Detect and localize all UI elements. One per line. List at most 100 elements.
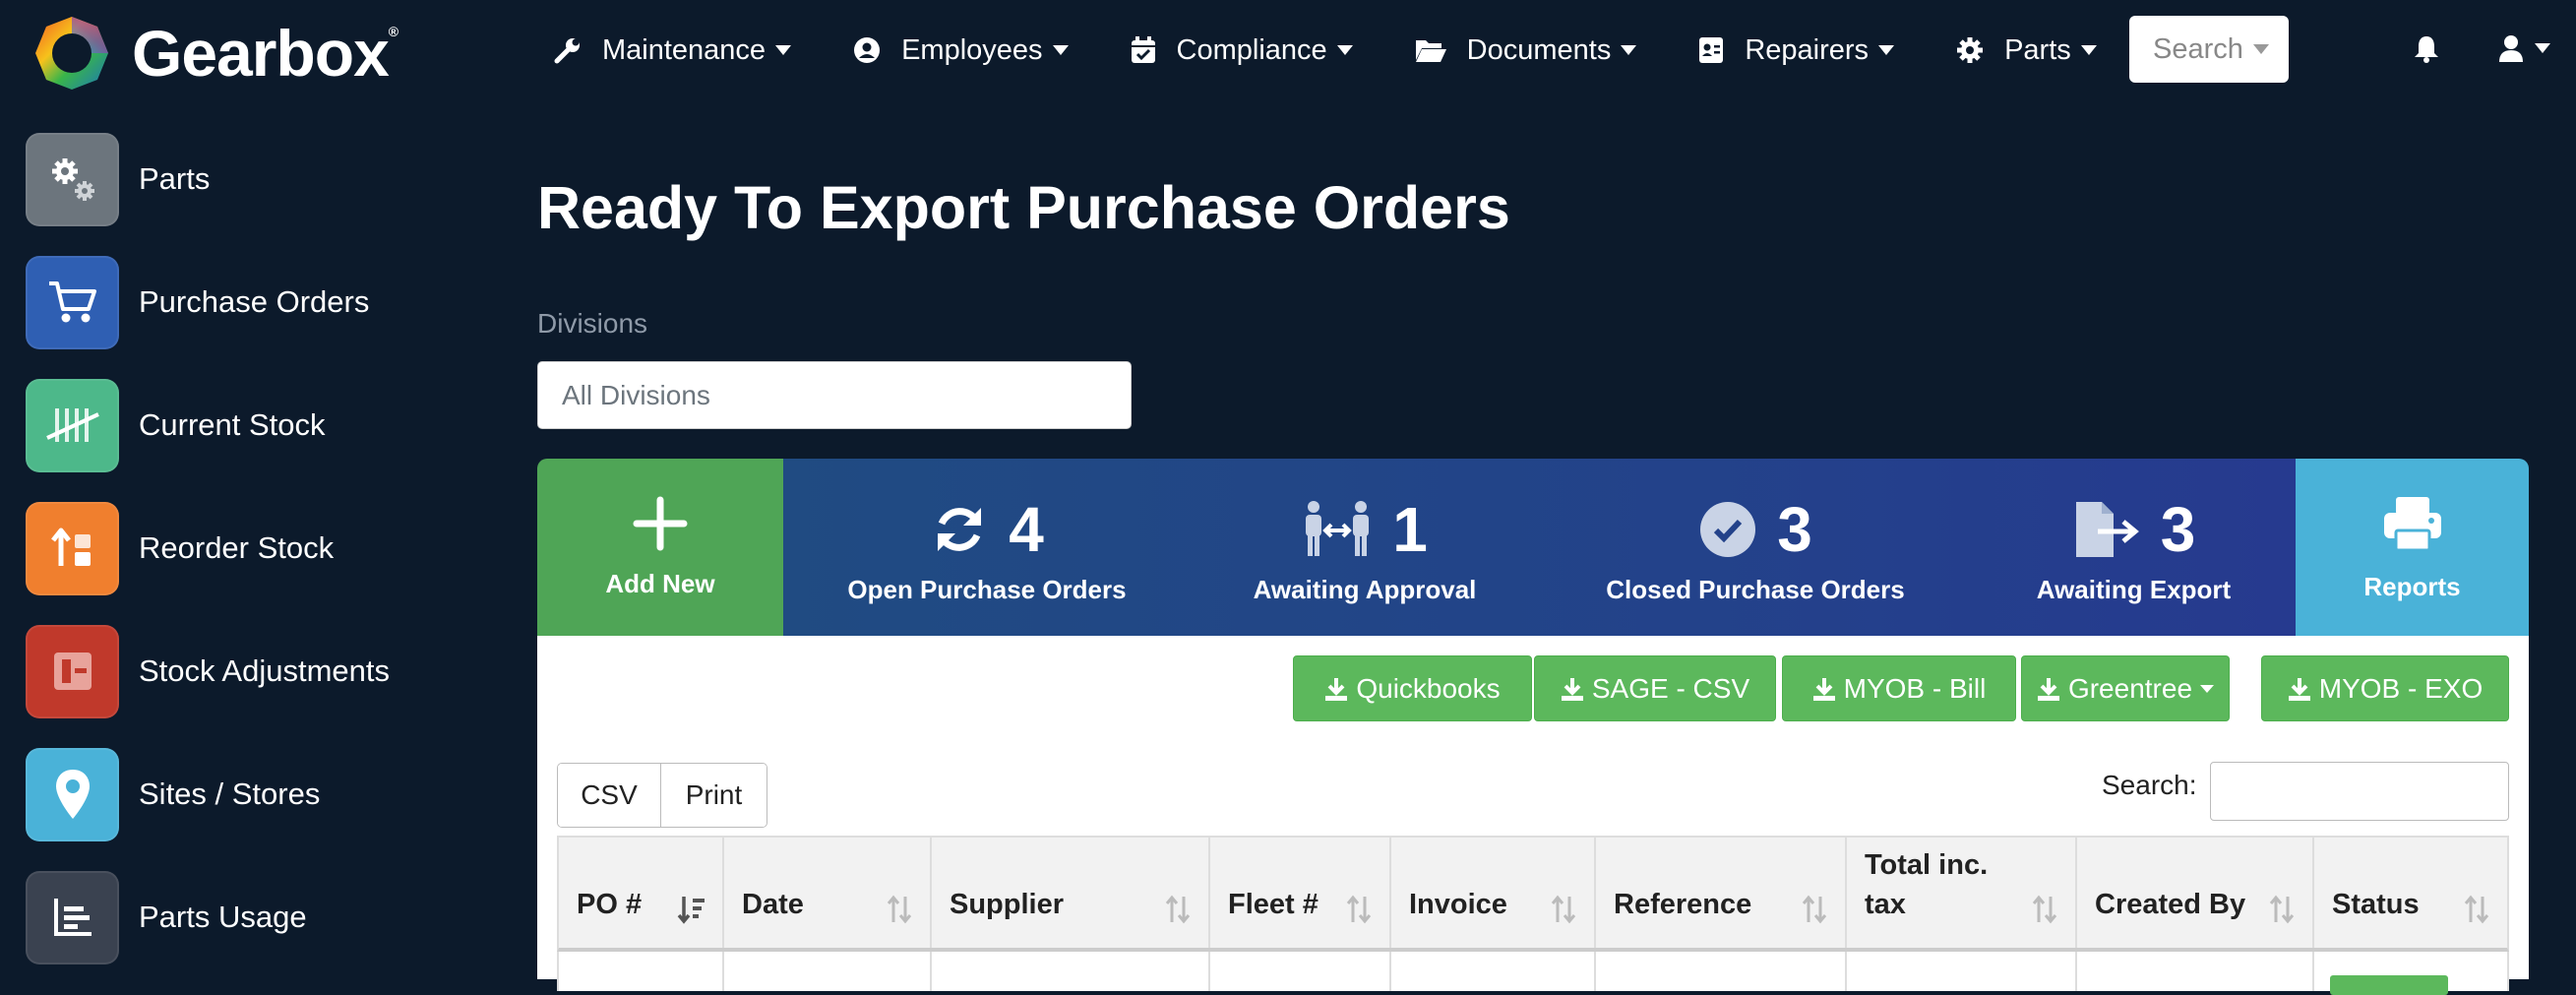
table-cell (1596, 952, 1847, 991)
nav-employees[interactable]: Employees (852, 34, 1069, 67)
column-header-label: PO # (577, 889, 643, 920)
sidebar-item-reorder-stock-label: Reorder Stock (139, 530, 335, 565)
caret-down-icon (1878, 45, 1895, 55)
sidebar-item-sites-stores[interactable]: Sites / Stores (26, 747, 320, 841)
table-cell (559, 952, 724, 991)
sidebar-item-purchase-orders[interactable]: Purchase Orders (26, 255, 369, 349)
user-menu[interactable] (2497, 33, 2550, 63)
sidebar-item-stock-adjustments-label: Stock Adjustments (139, 653, 391, 688)
awaiting-approval-label: Awaiting Approval (1253, 574, 1477, 604)
main-menu: Maintenance Employees Compliance Documen… (553, 0, 2158, 100)
download-icon (2037, 677, 2059, 701)
caret-down-icon (1621, 45, 1637, 55)
nav-compliance[interactable]: Compliance (1130, 34, 1353, 67)
column-header-total[interactable]: Total inc. tax (1847, 838, 2077, 948)
caret-down-icon (2535, 43, 2550, 53)
closed-count: 3 (1777, 493, 1812, 565)
sort-active-icon (677, 897, 705, 924)
export-sage-csv-button[interactable]: SAGE - CSV (1534, 655, 1776, 721)
column-header-invoice[interactable]: Invoice (1391, 838, 1596, 948)
sort-icon (1802, 895, 1827, 924)
nav-search-label: Search (2153, 32, 2243, 65)
nav-search-dropdown[interactable]: Search (2129, 16, 2289, 83)
people-arrows-icon (1306, 500, 1370, 556)
gears-icon (26, 132, 119, 226)
user-circle-icon (854, 37, 881, 63)
sort-icon (2269, 895, 2295, 924)
sidebar-item-parts-usage[interactable]: Parts Usage (26, 870, 307, 964)
file-export-icon (2075, 501, 2139, 557)
folder-open-icon (1415, 40, 1446, 62)
nav-maintenance-label: Maintenance (602, 33, 767, 66)
download-icon (1561, 677, 1583, 701)
sidebar-item-stock-adjustments[interactable]: Stock Adjustments (26, 624, 390, 718)
sidebar-item-parts[interactable]: Parts (26, 132, 210, 226)
gear-icon (1957, 37, 1984, 63)
sidebar-item-current-stock-label: Current Stock (139, 407, 326, 442)
add-new-label: Add New (605, 568, 715, 598)
closed-label: Closed Purchase Orders (1606, 574, 1905, 604)
nav-maintenance[interactable]: Maintenance (553, 33, 792, 67)
top-navbar: Gearbox® Maintenance Employees Complianc… (0, 0, 2576, 100)
stat-closed-purchase-orders[interactable]: 3 Closed Purchase Orders (1539, 459, 1972, 636)
export-myob-bill-button[interactable]: MYOB - Bill (1782, 655, 2016, 721)
column-header-fleet[interactable]: Fleet # (1210, 838, 1391, 948)
export-greentree-dropdown[interactable]: Greentree (2021, 655, 2230, 721)
caret-down-icon (1336, 45, 1353, 55)
column-header-label: Fleet # (1228, 889, 1319, 920)
column-header-label: Total inc. tax (1865, 849, 1989, 920)
stats-counters: 4 Open Purchase Orders 1 Awaiting Approv… (783, 459, 2296, 636)
nav-repairers[interactable]: Repairers (1697, 33, 1895, 67)
column-header-reference[interactable]: Reference (1596, 838, 1847, 948)
export-myob-exo-button[interactable]: MYOB - EXO (2261, 655, 2509, 721)
sidebar-item-reorder-stock[interactable]: Reorder Stock (26, 501, 334, 595)
table-cell (2077, 952, 2314, 991)
nav-parts[interactable]: Parts (1955, 34, 2097, 67)
table-cell (2314, 952, 2507, 995)
add-new-button[interactable]: Add New (537, 459, 783, 636)
logo-text: Gearbox® (132, 17, 399, 90)
stat-awaiting-approval[interactable]: 1 Awaiting Approval (1191, 459, 1539, 636)
calendar-check-icon (1131, 36, 1155, 63)
sidebar-item-sites-stores-label: Sites / Stores (139, 777, 321, 811)
caret-down-icon (775, 45, 792, 55)
column-header-po[interactable]: PO # (559, 838, 724, 948)
stat-open-purchase-orders[interactable]: 4 Open Purchase Orders (783, 459, 1191, 636)
export-myob-exo-label: MYOB - EXO (2318, 672, 2484, 704)
download-icon (2288, 677, 2310, 701)
open-count: 4 (1009, 493, 1044, 565)
caret-down-icon (1052, 45, 1069, 55)
reports-button[interactable]: Reports (2296, 459, 2529, 636)
plus-icon (633, 496, 688, 550)
notifications-bell-icon[interactable] (2413, 33, 2440, 68)
sort-icon (887, 895, 912, 924)
download-icon (1325, 677, 1348, 701)
table-cell (1847, 952, 2077, 991)
column-header-supplier[interactable]: Supplier (932, 838, 1210, 948)
page-title: Ready To Export Purchase Orders (537, 174, 1510, 241)
export-sage-csv-label: SAGE - CSV (1591, 672, 1750, 704)
sidebar-item-current-stock[interactable]: Current Stock (26, 378, 326, 472)
awaiting-export-count: 3 (2160, 493, 2196, 565)
csv-button[interactable]: CSV (558, 764, 660, 827)
export-quickbooks-button[interactable]: Quickbooks (1293, 655, 1532, 721)
column-header-created-by[interactable]: Created By (2077, 838, 2314, 948)
nav-documents-label: Documents (1466, 33, 1612, 66)
table-search-input[interactable] (2210, 762, 2509, 821)
column-header-status[interactable]: Status (2314, 838, 2507, 948)
print-button[interactable]: Print (660, 764, 767, 827)
user-icon (2499, 35, 2523, 62)
shopping-cart-icon (26, 255, 119, 349)
logo[interactable]: Gearbox® (33, 14, 399, 93)
column-header-label: Reference (1614, 889, 1752, 920)
table-cell (1210, 952, 1391, 991)
refresh-icon (938, 507, 982, 551)
table-row[interactable] (557, 952, 2509, 995)
nav-documents[interactable]: Documents (1414, 34, 1637, 67)
table-cell (932, 952, 1210, 991)
divisions-select[interactable]: All Divisions (537, 361, 1132, 429)
awaiting-approval-count: 1 (1392, 493, 1428, 565)
nav-repairers-label: Repairers (1745, 33, 1870, 66)
column-header-date[interactable]: Date (724, 838, 932, 948)
stat-awaiting-export[interactable]: 3 Awaiting Export (1972, 459, 2296, 636)
